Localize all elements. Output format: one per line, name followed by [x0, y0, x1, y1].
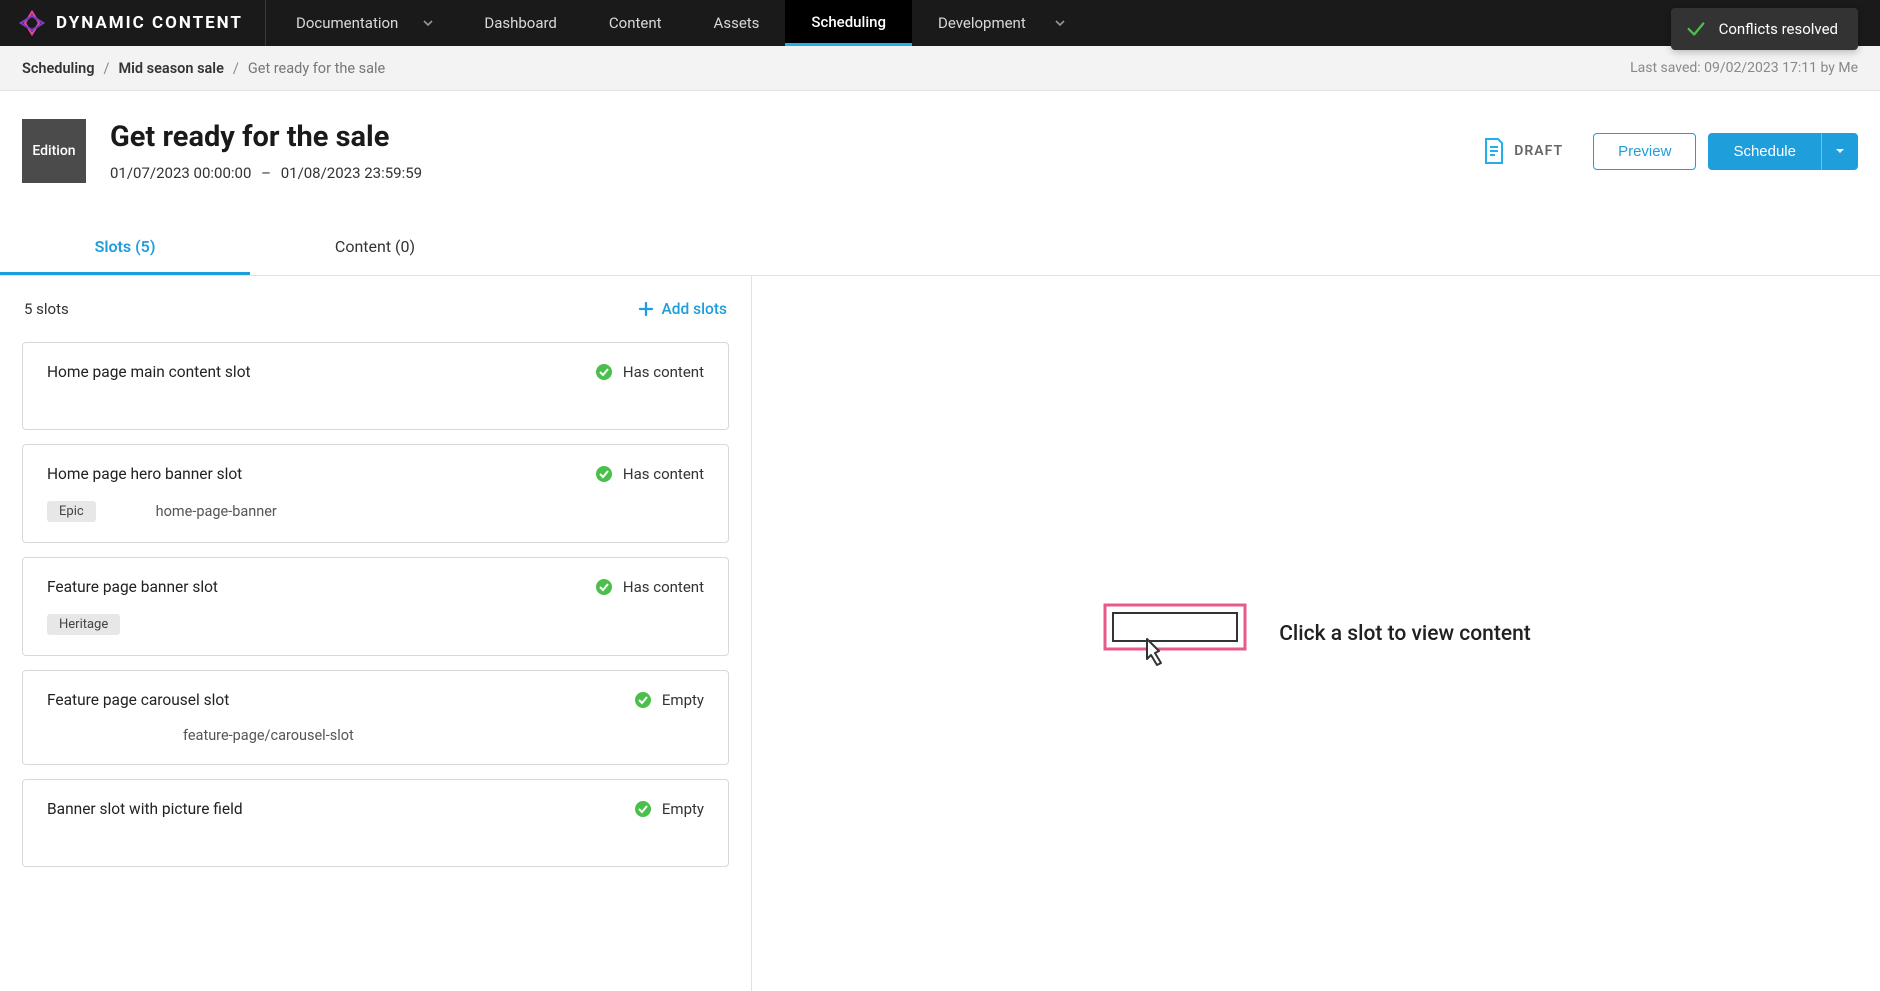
preview-button[interactable]: Preview: [1593, 133, 1696, 170]
brand-logo-icon: [18, 9, 46, 37]
crumb-scheduling[interactable]: Scheduling: [22, 60, 94, 77]
edition-badge: Edition: [22, 119, 86, 183]
add-slots-label: Add slots: [662, 300, 727, 318]
slot-card[interactable]: Home page main content slot Has content: [22, 342, 729, 430]
slot-status: Has content: [595, 465, 704, 483]
last-saved: Last saved: 09/02/2023 17:11 by Me: [1630, 60, 1858, 76]
nav-documentation-label: Documentation: [296, 14, 398, 32]
empty-message: Click a slot to view content: [1279, 622, 1531, 646]
nav-dashboard[interactable]: Dashboard: [458, 0, 583, 46]
crumb-current: Get ready for the sale: [248, 60, 385, 77]
schedule-button-group: Schedule: [1708, 133, 1858, 170]
nav-scheduling[interactable]: Scheduling: [785, 0, 912, 46]
nav-dashboard-label: Dashboard: [484, 14, 557, 32]
slot-card[interactable]: Home page hero banner slot Has content E…: [22, 444, 729, 543]
slot-tag: Heritage: [47, 614, 120, 635]
brand[interactable]: DYNAMIC CONTENT: [0, 0, 266, 46]
add-slots-button[interactable]: Add slots: [638, 300, 727, 318]
plus-icon: [638, 301, 654, 317]
slot-name: Banner slot with picture field: [47, 800, 634, 818]
main-body: 5 slots Add slots Home page main content…: [0, 276, 1880, 991]
status-ok-icon: [595, 465, 613, 483]
top-nav: DYNAMIC CONTENT Documentation Dashboard …: [0, 0, 1880, 46]
slot-status-label: Empty: [662, 691, 704, 709]
schedule-dropdown[interactable]: [1821, 133, 1858, 170]
slot-status: Empty: [634, 800, 704, 818]
slot-path: feature-page/carousel-slot: [183, 727, 354, 744]
status-ok-icon: [595, 363, 613, 381]
status-ok-icon: [595, 578, 613, 596]
empty-state: Click a slot to view content: [1101, 599, 1531, 669]
slot-status-label: Has content: [623, 465, 704, 483]
status-ok-icon: [634, 691, 652, 709]
chevron-down-icon: [1054, 17, 1066, 29]
slot-status-label: Empty: [662, 800, 704, 818]
crumb-mid-season[interactable]: Mid season sale: [118, 60, 223, 77]
slot-card[interactable]: Banner slot with picture field Empty: [22, 779, 729, 867]
slot-name: Feature page carousel slot: [47, 691, 634, 709]
nav-content[interactable]: Content: [583, 0, 688, 46]
date-separator: –: [261, 164, 271, 182]
slots-count: 5 slots: [24, 300, 69, 318]
content-pane: Click a slot to view content: [752, 276, 1880, 991]
status-ok-icon: [634, 800, 652, 818]
edition-header: Edition Get ready for the sale 01/07/202…: [0, 91, 1880, 183]
status-badge: DRAFT: [1482, 137, 1563, 165]
nav-documentation[interactable]: Documentation: [266, 0, 458, 46]
caret-down-icon: [1834, 145, 1846, 157]
slot-card[interactable]: Feature page carousel slot Empty feature…: [22, 670, 729, 765]
slot-name: Feature page banner slot: [47, 578, 595, 596]
nav-assets[interactable]: Assets: [688, 0, 786, 46]
slot-status: Empty: [634, 691, 704, 709]
nav-assets-label: Assets: [714, 14, 760, 32]
nav-content-label: Content: [609, 14, 662, 32]
slot-status-label: Has content: [623, 363, 704, 381]
slot-tag: Epic: [47, 501, 96, 522]
edition-start: 01/07/2023 00:00:00: [110, 164, 251, 182]
slot-name: Home page main content slot: [47, 363, 595, 381]
page-title: Get ready for the sale: [110, 120, 422, 154]
tab-content[interactable]: Content (0): [250, 221, 500, 275]
click-slot-illustration-icon: [1101, 599, 1251, 669]
schedule-button[interactable]: Schedule: [1708, 133, 1821, 170]
status-label: DRAFT: [1514, 143, 1563, 159]
edition-dates: 01/07/2023 00:00:00 – 01/08/2023 23:59:5…: [110, 164, 422, 182]
check-icon: [1685, 18, 1707, 40]
chevron-down-icon: [422, 17, 434, 29]
nav-development-label: Development: [938, 14, 1026, 32]
crumb-sep: /: [233, 60, 239, 77]
toast-conflicts-resolved: Conflicts resolved: [1671, 8, 1858, 50]
crumb-sep: /: [103, 60, 109, 77]
slots-pane: 5 slots Add slots Home page main content…: [0, 276, 752, 991]
brand-name: DYNAMIC CONTENT: [56, 13, 243, 33]
tabs-row: Slots (5) Content (0): [0, 221, 1880, 276]
draft-icon: [1482, 137, 1506, 165]
edition-titles: Get ready for the sale 01/07/2023 00:00:…: [110, 120, 422, 182]
slot-path: home-page-banner: [156, 503, 277, 520]
nav-scheduling-label: Scheduling: [811, 13, 886, 31]
breadcrumb-bar: Scheduling / Mid season sale / Get ready…: [0, 46, 1880, 91]
toast-message: Conflicts resolved: [1719, 20, 1838, 38]
tab-slots[interactable]: Slots (5): [0, 221, 250, 275]
slot-card[interactable]: Feature page banner slot Has content Her…: [22, 557, 729, 656]
slots-header: 5 slots Add slots: [22, 276, 729, 342]
nav-development[interactable]: Development: [912, 0, 1092, 46]
slot-status: Has content: [595, 578, 704, 596]
slot-status: Has content: [595, 363, 704, 381]
slot-status-label: Has content: [623, 578, 704, 596]
edition-end: 01/08/2023 23:59:59: [281, 164, 422, 182]
slot-name: Home page hero banner slot: [47, 465, 595, 483]
